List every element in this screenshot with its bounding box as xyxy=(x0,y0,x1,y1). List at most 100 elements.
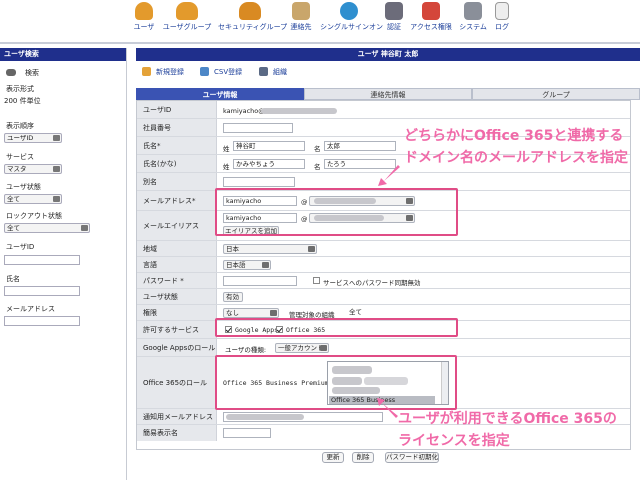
sidebar-search[interactable]: 検索 xyxy=(6,68,39,78)
csv-import-button[interactable]: CSV登録 xyxy=(200,67,242,77)
email-input[interactable] xyxy=(4,316,80,326)
toolbar-security-group[interactable]: セキュリティグループ xyxy=(218,2,287,40)
license-highlight-box xyxy=(215,355,457,410)
row-language: 言語 日本語 xyxy=(137,257,630,273)
row-user-id: ユーザID kamiyacho@ xyxy=(137,101,630,119)
row-password: パスワード * サービスへのパスワード同期無効 xyxy=(137,273,630,289)
user-id-input[interactable] xyxy=(4,255,80,265)
top-toolbar: ユーザ ユーザグループ セキュリティグループ 連絡先 シングルサインオン 認証 … xyxy=(0,0,640,42)
chevron-down-icon xyxy=(262,262,269,268)
first-name-kana-input[interactable]: たろう xyxy=(324,159,396,169)
chevron-down-icon xyxy=(53,166,60,172)
display-format-label: 表示形式 xyxy=(6,85,34,93)
toolbar-log[interactable]: ログ xyxy=(494,2,510,40)
toolbar-sso[interactable]: シングルサインオン xyxy=(320,2,383,40)
organization-button[interactable]: 組織 xyxy=(259,67,287,77)
tools-icon xyxy=(464,2,482,20)
delete-button[interactable]: 削除 xyxy=(352,452,374,463)
managed-org-select[interactable]: 全て xyxy=(347,308,377,318)
user-id-label: ユーザID xyxy=(6,243,35,251)
user-icon xyxy=(135,2,153,20)
sidebar-title: ユーザ検索 xyxy=(0,48,126,61)
csv-icon xyxy=(200,67,209,76)
new-user-icon xyxy=(142,67,151,76)
annotation-bottom-line1: ユーザが利用できるOffice 365の xyxy=(398,411,617,427)
language-select[interactable]: 日本語 xyxy=(223,260,271,270)
chevron-down-icon xyxy=(270,310,277,316)
chevron-down-icon xyxy=(53,135,60,141)
alias-input[interactable] xyxy=(223,177,295,187)
access-icon xyxy=(422,2,440,20)
last-name-input[interactable]: 神谷町 xyxy=(233,141,305,151)
name-label: 氏名 xyxy=(6,275,20,283)
user-status-label: ユーザ状態 xyxy=(6,183,41,191)
mei-kana-label: 名 xyxy=(314,163,321,171)
toolbar-user[interactable]: ユーザ xyxy=(133,2,155,40)
chevron-down-icon xyxy=(320,345,327,351)
redacted-domain xyxy=(261,108,337,114)
globe-icon xyxy=(340,2,358,20)
display-name-input[interactable] xyxy=(223,428,271,438)
mei-label: 名 xyxy=(314,145,321,153)
sort-order-select[interactable]: ユーザID xyxy=(4,133,62,143)
last-name-kana-input[interactable]: かみやちょう xyxy=(233,159,305,169)
user-type-select[interactable]: 一般アカウント xyxy=(275,343,329,353)
organization-icon xyxy=(259,67,268,76)
user-type-label: ユーザの種類: xyxy=(225,346,267,354)
display-format-value: 200 件単位 xyxy=(4,97,41,105)
tab-bar: ユーザ情報 連絡先情報 グループ xyxy=(136,88,640,100)
sei-kana-label: 姓 xyxy=(223,163,230,171)
toolbar-system[interactable]: システム xyxy=(458,2,488,40)
annotation-top-line1: どちらかにOffice 365と連携する xyxy=(404,128,624,144)
user-status-select[interactable]: 有効 xyxy=(223,292,243,302)
first-name-input[interactable]: 太郎 xyxy=(324,141,396,151)
lockout-select[interactable]: 全て xyxy=(4,223,90,233)
redacted-email xyxy=(226,414,304,420)
toolbar-contacts[interactable]: 連絡先 xyxy=(288,2,314,40)
search-icon xyxy=(6,69,16,76)
sei-label: 姓 xyxy=(223,145,230,153)
email-label: メールアドレス xyxy=(6,305,55,313)
chevron-down-icon xyxy=(308,246,315,252)
toolbar-user-group[interactable]: ユーザグループ xyxy=(162,2,212,40)
lockout-label: ロックアウト状態 xyxy=(6,212,62,220)
chevron-down-icon xyxy=(81,225,88,231)
email-highlight-box xyxy=(215,188,458,236)
authority-select[interactable]: なし xyxy=(223,308,279,318)
services-highlight-box xyxy=(215,318,458,337)
password-sync-label: サービスへのパスワード同期無効 xyxy=(323,279,421,287)
chevron-down-icon xyxy=(53,196,60,202)
reset-password-button[interactable]: パスワード初期化 xyxy=(385,452,439,463)
tab-user-info[interactable]: ユーザ情報 xyxy=(136,88,304,100)
auth-icon xyxy=(385,2,403,20)
notify-email-input[interactable] xyxy=(223,412,383,422)
row-region: 地域 日本 xyxy=(137,241,630,257)
row-user-status: ユーザ状態 有効 xyxy=(137,289,630,305)
region-select[interactable]: 日本 xyxy=(223,244,317,254)
update-button[interactable]: 更新 xyxy=(322,452,344,463)
tab-contact-info[interactable]: 連絡先情報 xyxy=(304,88,472,100)
sidebar: ユーザ検索 検索 表示形式 200 件単位 表示順序 ユーザID サービス マス… xyxy=(0,48,127,480)
toolbar-divider xyxy=(0,42,640,44)
security-group-icon xyxy=(239,2,261,20)
user-status-select[interactable]: 全て xyxy=(4,194,62,204)
tab-group[interactable]: グループ xyxy=(472,88,640,100)
toolbar-access[interactable]: アクセス権限 xyxy=(410,2,452,40)
service-select[interactable]: マスタ xyxy=(4,164,62,174)
service-label: サービス xyxy=(6,153,34,161)
sidebar-search-label: 検索 xyxy=(25,69,39,77)
user-group-icon xyxy=(176,2,198,20)
annotation-top-line2: ドメイン名のメールアドレスを指定 xyxy=(404,150,628,166)
page-title: ユーザ 神谷町 太郎 xyxy=(136,48,640,61)
toolbar-auth[interactable]: 認証 xyxy=(384,2,404,40)
contacts-icon xyxy=(292,2,310,20)
log-icon xyxy=(495,2,509,20)
sort-order-label: 表示順序 xyxy=(6,122,34,130)
password-input[interactable] xyxy=(223,276,297,286)
user-id-value: kamiyacho@ xyxy=(223,107,265,115)
name-input[interactable] xyxy=(4,286,80,296)
employee-no-input[interactable] xyxy=(223,123,293,133)
annotation-bottom-line2: ライセンスを指定 xyxy=(398,433,510,449)
password-sync-checkbox[interactable] xyxy=(313,277,320,284)
new-user-button[interactable]: 新規登録 xyxy=(142,67,184,77)
